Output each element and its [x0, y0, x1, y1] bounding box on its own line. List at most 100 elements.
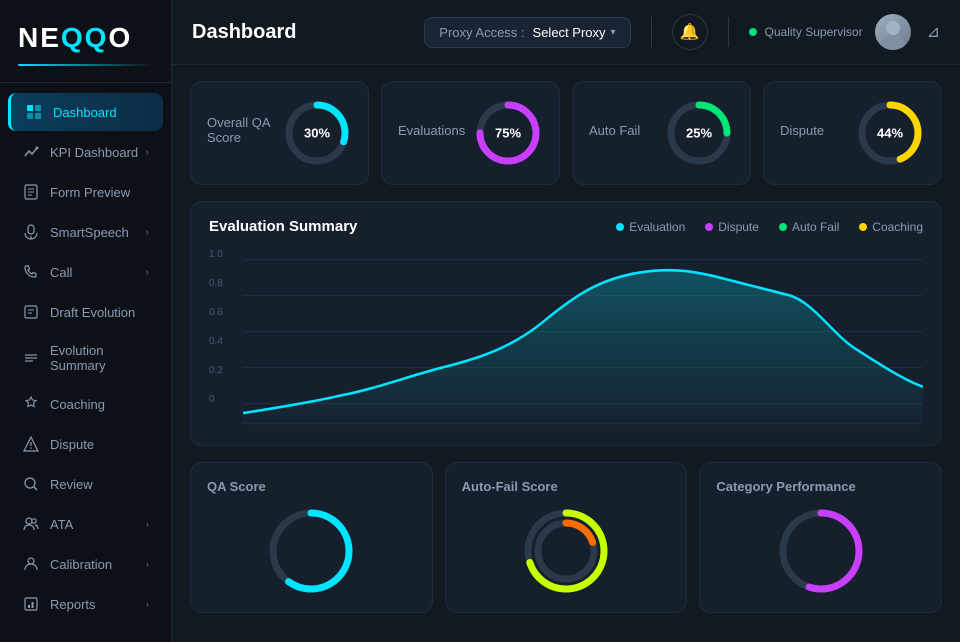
metric-card-auto-fail: Auto Fail 25% — [572, 81, 751, 185]
sidebar-item-coaching[interactable]: Coaching — [8, 385, 163, 423]
donut-label: 30% — [304, 126, 330, 141]
metric-info: Overall QA Score — [207, 115, 282, 151]
header-divider-2 — [728, 17, 729, 47]
y-axis-label: 1.0 — [209, 249, 239, 260]
sidebar-item-dashboard[interactable]: Dashboard — [8, 93, 163, 131]
sidebar-item-call[interactable]: Call › — [8, 253, 163, 291]
form-preview-icon — [22, 183, 40, 201]
sidebar-item-dispute[interactable]: Dispute — [8, 425, 163, 463]
evolution-summary-icon — [22, 349, 40, 367]
donut-evaluations: 75% — [473, 98, 543, 168]
eval-summary-title: Evaluation Summary — [209, 218, 357, 235]
single-donut — [266, 506, 356, 596]
main-content: Dashboard Proxy Access : Select Proxy ▾ … — [172, 0, 960, 642]
sidebar-item-review[interactable]: Review — [8, 465, 163, 503]
legend-label: Dispute — [718, 220, 759, 234]
coaching-icon — [22, 395, 40, 413]
metric-title: Evaluations — [398, 123, 465, 138]
user-role: Quality Supervisor — [765, 25, 863, 39]
single-donut — [776, 506, 866, 596]
metric-card-evaluations: Evaluations 75% — [381, 81, 560, 185]
y-axis: 1.00.80.60.40.20 — [209, 249, 239, 409]
legend-dot — [616, 223, 624, 231]
legend-dot — [705, 223, 713, 231]
chevron-icon: › — [146, 147, 149, 158]
sidebar-item-label: Calibration — [50, 557, 146, 572]
dashboard-body: Overall QA Score 30% Evaluations 75% Aut… — [172, 65, 960, 642]
sidebar-item-form-preview[interactable]: Form Preview — [8, 173, 163, 211]
y-axis-label: 0.4 — [209, 336, 239, 347]
legend-label: Auto Fail — [792, 220, 839, 234]
y-axis-label: 0.2 — [209, 365, 239, 376]
sidebar-item-label: Evolution Summary — [50, 343, 149, 373]
sidebar-item-label: Reports — [50, 597, 146, 612]
sidebar-nav: Dashboard KPI Dashboard › Form Preview S… — [0, 83, 171, 642]
sidebar-item-label: Review — [50, 477, 149, 492]
metric-card-dispute: Dispute 44% — [763, 81, 942, 185]
sidebar-item-evolution-summary[interactable]: Evolution Summary — [8, 333, 163, 383]
reports-icon — [22, 595, 40, 613]
sidebar-item-draft-evolution[interactable]: Draft Evolution — [8, 293, 163, 331]
donut-label: 25% — [686, 126, 712, 141]
bottom-card-qa-score: QA Score — [190, 462, 433, 613]
header: Dashboard Proxy Access : Select Proxy ▾ … — [172, 0, 960, 65]
legend-item-dispute: Dispute — [705, 220, 759, 234]
chevron-icon: › — [146, 267, 149, 278]
draft-evolution-icon — [22, 303, 40, 321]
eval-summary-header: Evaluation Summary Evaluation Dispute Au… — [209, 218, 923, 235]
sidebar-item-label: Call — [50, 265, 146, 280]
sidebar-item-label: KPI Dashboard — [50, 145, 146, 160]
bottom-donut-row — [716, 506, 925, 596]
page-title: Dashboard — [192, 21, 412, 44]
call-icon — [22, 263, 40, 281]
metric-title: Overall QA Score — [207, 115, 282, 145]
legend-item-evaluation: Evaluation — [616, 220, 685, 234]
app-container: NEQQO Dashboard KPI Dashboard › Form Pre… — [0, 0, 960, 642]
donut-overall-qa: 30% — [282, 98, 352, 168]
sidebar-item-label: Form Preview — [50, 185, 149, 200]
calibration-icon — [22, 555, 40, 573]
proxy-chevron-icon: ▾ — [611, 27, 616, 38]
chevron-icon: › — [146, 227, 149, 238]
sidebar-item-reports[interactable]: Reports › — [8, 585, 163, 623]
logo-area: NEQQO — [0, 0, 171, 83]
chart-area: 1.00.80.60.40.20 — [209, 249, 923, 429]
bottom-card-category-performance: Category Performance — [699, 462, 942, 613]
metric-title: Auto Fail — [589, 123, 640, 138]
filter-icon[interactable]: ⊿ — [927, 22, 940, 42]
bottom-cards: QA Score Auto-Fail Score Category Perfor… — [190, 462, 942, 613]
eval-summary-card: Evaluation Summary Evaluation Dispute Au… — [190, 201, 942, 446]
sidebar-item-calibration[interactable]: Calibration › — [8, 545, 163, 583]
proxy-area[interactable]: Proxy Access : Select Proxy ▾ — [424, 17, 630, 48]
kpi-dashboard-icon — [22, 143, 40, 161]
sidebar: NEQQO Dashboard KPI Dashboard › Form Pre… — [0, 0, 172, 642]
bottom-donut-row — [207, 506, 416, 596]
sidebar-item-label: Coaching — [50, 397, 149, 412]
sidebar-item-label: SmartSpeech — [50, 225, 146, 240]
sidebar-item-ata[interactable]: ATA › — [8, 505, 163, 543]
sidebar-item-label: ATA — [50, 517, 146, 532]
sidebar-item-label: Dashboard — [53, 105, 149, 120]
legend-dot — [779, 223, 787, 231]
eval-chart — [243, 249, 923, 429]
sidebar-item-kpi-dashboard[interactable]: KPI Dashboard › — [8, 133, 163, 171]
smartspeech-icon — [22, 223, 40, 241]
sidebar-item-label: Dispute — [50, 437, 149, 452]
proxy-select[interactable]: Select Proxy ▾ — [533, 25, 616, 40]
metric-info: Evaluations — [398, 123, 465, 144]
donut-auto-fail: 25% — [664, 98, 734, 168]
bottom-donut-row — [462, 506, 671, 596]
user-online-dot — [749, 28, 757, 36]
ata-icon — [22, 515, 40, 533]
chevron-icon: › — [146, 519, 149, 530]
notification-bell-button[interactable]: 🔔 — [672, 14, 708, 50]
legend-label: Evaluation — [629, 220, 685, 234]
legend-dot — [859, 223, 867, 231]
metric-card-overall-qa: Overall QA Score 30% — [190, 81, 369, 185]
bottom-card-title: Auto-Fail Score — [462, 479, 671, 494]
legend-label: Coaching — [872, 220, 923, 234]
sidebar-item-smartspeech[interactable]: SmartSpeech › — [8, 213, 163, 251]
metric-cards: Overall QA Score 30% Evaluations 75% Aut… — [190, 81, 942, 185]
metric-info: Auto Fail — [589, 123, 640, 144]
avatar[interactable] — [875, 14, 911, 50]
